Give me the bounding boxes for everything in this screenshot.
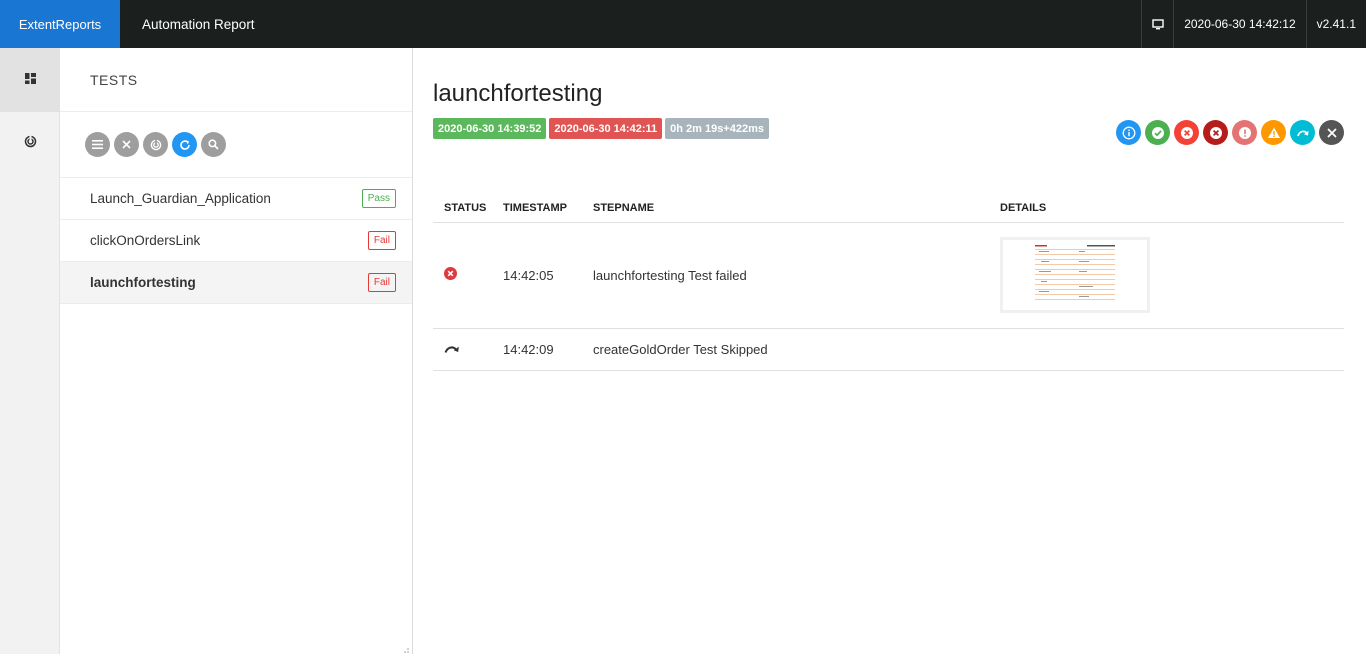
column-header-stepname: STEPNAME xyxy=(582,194,989,223)
refresh-button[interactable] xyxy=(172,132,197,157)
info-filter-button[interactable] xyxy=(1116,120,1141,145)
clear-filter-button[interactable] xyxy=(114,132,139,157)
fail-icon xyxy=(444,267,457,280)
fail-icon xyxy=(1180,126,1193,139)
side-nav xyxy=(0,48,60,654)
end-time-label: 2020-06-30 14:42:11 xyxy=(549,118,663,139)
test-name: Launch_Guardian_Application xyxy=(90,191,271,206)
warning-icon xyxy=(1267,127,1280,138)
table-header-row: STATUS TIMESTAMP STEPNAME DETAILS xyxy=(433,194,1344,223)
status-badge: Fail xyxy=(367,273,396,292)
step-timestamp: 14:42:09 xyxy=(492,328,582,371)
screenshot-thumbnail[interactable] xyxy=(1000,237,1150,313)
report-timestamp: 2020-06-30 14:42:12 xyxy=(1173,0,1305,48)
clear-filter-button[interactable] xyxy=(1319,120,1344,145)
status-filter-bar xyxy=(1116,120,1344,145)
top-right-info: 2020-06-30 14:42:12 v2.41.1 xyxy=(1141,0,1366,48)
test-name: clickOnOrdersLink xyxy=(90,233,201,248)
table-row: 14:42:09 createGoldOrder Test Skipped xyxy=(433,328,1344,371)
test-detail: launchfortesting 2020-06-30 14:39:52 202… xyxy=(413,48,1366,654)
brand-logo[interactable]: ExtentReports xyxy=(0,0,120,48)
time-labels: 2020-06-30 14:39:52 2020-06-30 14:42:11 … xyxy=(433,118,769,139)
category-filter-button[interactable] xyxy=(143,132,168,157)
error-icon xyxy=(1238,126,1251,139)
test-name: launchfortesting xyxy=(90,275,196,290)
nav-test-view[interactable] xyxy=(0,48,60,112)
test-item[interactable]: Launch_Guardian_Application Pass xyxy=(60,178,412,220)
test-title: launchfortesting xyxy=(433,80,603,107)
fatal-icon xyxy=(1209,126,1222,139)
search-button[interactable] xyxy=(201,132,226,157)
version-label: v2.41.1 xyxy=(1305,0,1366,48)
refresh-icon xyxy=(179,139,190,150)
resize-handle[interactable] xyxy=(401,643,409,653)
dashboard-icon xyxy=(24,71,36,89)
search-icon xyxy=(208,139,219,150)
nav-dashboard-view[interactable] xyxy=(0,112,60,176)
clear-icon xyxy=(1326,127,1337,138)
top-navbar: ExtentReports Automation Report 2020-06-… xyxy=(0,0,1366,48)
step-details xyxy=(989,328,1344,371)
monitor-icon xyxy=(1141,0,1173,48)
step-name: createGoldOrder Test Skipped xyxy=(582,328,989,371)
list-icon xyxy=(92,140,103,149)
step-status xyxy=(433,222,492,329)
steps-table: STATUS TIMESTAMP STEPNAME DETAILS 14:42:… xyxy=(433,194,1344,371)
skip-icon xyxy=(1296,130,1308,136)
test-filters xyxy=(60,112,412,178)
info-icon xyxy=(1122,126,1135,139)
column-header-timestamp: TIMESTAMP xyxy=(492,194,582,223)
column-header-status: STATUS xyxy=(433,194,492,223)
warning-filter-button[interactable] xyxy=(1261,120,1286,145)
column-header-details: DETAILS xyxy=(989,194,1344,223)
pass-filter-button[interactable] xyxy=(1145,120,1170,145)
report-name: Automation Report xyxy=(142,16,255,32)
status-badge: Pass xyxy=(361,189,396,208)
fail-filter-button[interactable] xyxy=(1174,120,1199,145)
table-row: 14:42:05 launchfortesting Test failed xyxy=(433,222,1344,329)
pass-icon xyxy=(1151,126,1164,139)
duration-label: 0h 2m 19s+422ms xyxy=(665,118,769,139)
test-item[interactable]: clickOnOrdersLink Fail xyxy=(60,220,412,262)
close-icon xyxy=(122,140,131,149)
test-item[interactable]: launchfortesting Fail xyxy=(60,262,412,304)
analytics-icon xyxy=(150,138,161,150)
step-details xyxy=(989,222,1344,329)
analytics-icon xyxy=(24,135,37,153)
skip-filter-button[interactable] xyxy=(1290,120,1315,145)
status-badge: Fail xyxy=(367,231,396,250)
test-list-panel: TESTS Launch_Guardian_Application Pass c… xyxy=(60,48,413,654)
skip-icon xyxy=(444,345,459,353)
fatal-filter-button[interactable] xyxy=(1203,120,1228,145)
list-filter-button[interactable] xyxy=(85,132,110,157)
start-time-label: 2020-06-30 14:39:52 xyxy=(433,118,547,139)
tests-heading: TESTS xyxy=(60,48,412,112)
step-status xyxy=(433,328,492,371)
error-filter-button[interactable] xyxy=(1232,120,1257,145)
step-name: launchfortesting Test failed xyxy=(582,222,989,329)
step-timestamp: 14:42:05 xyxy=(492,222,582,329)
